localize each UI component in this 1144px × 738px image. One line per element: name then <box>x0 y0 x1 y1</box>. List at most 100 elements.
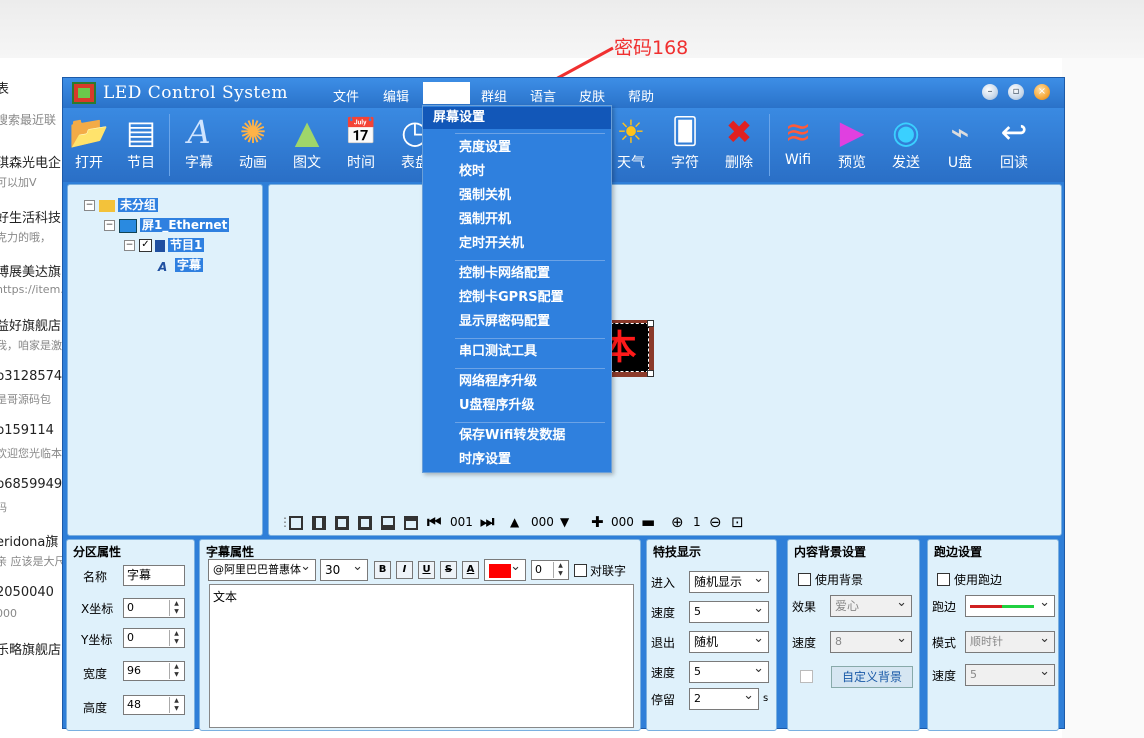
text-color-button[interactable]: A <box>462 561 479 579</box>
custom-background-button[interactable]: 自定义背景 <box>831 666 913 688</box>
tree-program-row[interactable]: − ✓ 节目1 <box>124 236 205 252</box>
toolbar-open-button[interactable]: 📂 打开 <box>63 110 115 180</box>
font-select[interactable]: @阿里巴巴普惠体 <box>208 559 316 581</box>
menu-edit[interactable]: 编辑 <box>383 86 409 105</box>
exit-speed-select[interactable]: 5 <box>689 659 769 683</box>
toolbar-usb-button[interactable]: ⌁ U盘 <box>934 110 986 180</box>
menu-language[interactable]: 语言 <box>530 86 556 105</box>
toolbar-image-text-button[interactable]: ▲ 图文 <box>281 110 333 180</box>
menu-help[interactable]: 帮助 <box>628 86 654 105</box>
toolbar-animation-button[interactable]: ✺ 动画 <box>227 110 279 180</box>
menu-skin[interactable]: 皮肤 <box>579 86 605 105</box>
background-speed-select[interactable]: 8 <box>830 629 912 653</box>
menu-item-network-upgrade[interactable]: 网络程序升级 <box>423 371 611 393</box>
menu-settings[interactable]: 设置 <box>423 82 470 104</box>
close-button[interactable]: × <box>1034 84 1050 100</box>
custom-background-checkbox[interactable] <box>800 670 813 683</box>
italic-button[interactable]: I <box>396 561 413 579</box>
border-mode-select[interactable]: 顺时针 <box>965 629 1055 653</box>
toolbar-subtitle-button[interactable]: A 字幕 <box>173 110 225 180</box>
move-up-icon[interactable]: ▲ <box>510 513 519 531</box>
use-background-checkbox[interactable] <box>798 573 811 586</box>
name-input[interactable]: 字幕 <box>123 565 185 586</box>
minimize-button[interactable]: – <box>982 84 998 100</box>
menu-group[interactable]: 群组 <box>481 86 507 105</box>
height-input[interactable]: 48 ▲ ▼ <box>123 695 185 715</box>
menu-item-password-config[interactable]: 显示屏密码配置 <box>423 311 611 333</box>
menu-item-brightness[interactable]: 亮度设置 <box>423 137 611 159</box>
menu-item-gprs-config[interactable]: 控制卡GPRS配置 <box>423 287 611 309</box>
strike-button[interactable]: S <box>440 561 457 579</box>
layout-vsplit-button[interactable] <box>312 513 326 531</box>
fit-screen-icon[interactable]: ⊡ <box>731 513 744 531</box>
layout-center-button[interactable] <box>335 513 349 531</box>
bg-list-item: eridona旗 <box>0 535 59 550</box>
toolbar-character-button[interactable]: 🂠 字符 <box>659 110 711 180</box>
menu-item-screen-settings[interactable]: 屏幕设置 <box>423 107 611 129</box>
resize-handle[interactable] <box>647 370 654 377</box>
bold-button[interactable]: B <box>374 561 391 579</box>
color-select[interactable] <box>484 557 526 581</box>
collapse-icon[interactable]: − <box>84 200 95 211</box>
spinner-icon[interactable]: ▲ ▼ <box>169 697 183 713</box>
menu-item-usb-upgrade[interactable]: U盘程序升级 <box>423 395 611 417</box>
spinner-icon[interactable]: ▲ ▼ <box>169 600 183 616</box>
spinner-icon[interactable]: ▲ ▼ <box>169 663 183 679</box>
program-checkbox[interactable]: ✓ <box>139 239 152 252</box>
x-input[interactable]: 0 ▲ ▼ <box>123 598 185 618</box>
border-style-select[interactable] <box>965 593 1055 617</box>
couplet-checkbox[interactable] <box>574 564 587 577</box>
toolbar-readback-button[interactable]: ↩ 回读 <box>988 110 1040 180</box>
border-speed-select[interactable]: 5 <box>965 662 1055 686</box>
move-down-icon[interactable]: ▼ <box>560 513 569 531</box>
enter-speed-select[interactable]: 5 <box>689 599 769 623</box>
underline-button[interactable]: U <box>418 561 435 579</box>
tree-screen-row[interactable]: − 屏1_Ethernet <box>104 216 230 233</box>
subtitle-content-textarea[interactable]: 文本 <box>209 584 634 728</box>
collapse-icon[interactable]: − <box>104 220 115 231</box>
layout-full-button[interactable] <box>289 513 303 531</box>
menu-item-force-off[interactable]: 强制关机 <box>423 185 611 207</box>
toolbar-time-button[interactable]: 📅 时间 <box>335 110 387 180</box>
tree-group-row[interactable]: − 未分组 <box>84 196 159 212</box>
menu-item-network-config[interactable]: 控制卡网络配置 <box>423 263 611 285</box>
minus-icon[interactable]: ▬ <box>641 513 655 531</box>
zoom-in-icon[interactable]: ⊕ <box>671 513 684 531</box>
menu-item-force-on[interactable]: 强制开机 <box>423 209 611 231</box>
toolbar-program-button[interactable]: ▤ 节目 <box>115 110 167 180</box>
zoom-out-icon[interactable]: ⊖ <box>709 513 722 531</box>
toolbar-delete-button[interactable]: ✖ 删除 <box>713 110 765 180</box>
plus-icon[interactable]: ✚ <box>591 513 604 531</box>
background-effect-select[interactable]: 爱心 <box>830 593 912 617</box>
menu-item-save-wifi-data[interactable]: 保存Wifi转发数据 <box>423 425 611 447</box>
menu-file[interactable]: 文件 <box>333 86 359 105</box>
toolbar-preview-button[interactable]: ▶ 预览 <box>826 110 878 180</box>
width-input[interactable]: 96 ▲ ▼ <box>123 661 185 681</box>
last-frame-icon[interactable]: ⏭ <box>480 513 494 531</box>
layout-bottom-button[interactable] <box>381 513 395 531</box>
menu-item-timing-settings[interactable]: 时序设置 <box>423 449 611 471</box>
resize-handle[interactable] <box>647 320 654 327</box>
menu-item-time-sync[interactable]: 校时 <box>423 161 611 183</box>
toolbar-wifi-button[interactable]: ≋ Wifi <box>772 110 824 180</box>
layout-inner-button[interactable] <box>358 513 372 531</box>
spacing-input[interactable]: 0 ▲ ▼ <box>531 560 569 580</box>
restore-button[interactable]: ▫ <box>1008 84 1024 100</box>
toolbar-weather-button[interactable]: ☀ 天气 <box>605 110 657 180</box>
stay-time-select[interactable]: 2 <box>689 686 759 710</box>
enter-effect-select[interactable]: 随机显示 <box>689 569 769 593</box>
collapse-icon[interactable]: − <box>124 240 135 251</box>
use-border-checkbox[interactable] <box>937 573 950 586</box>
menu-item-serial-test[interactable]: 串口测试工具 <box>423 341 611 363</box>
toolbar-send-button[interactable]: ◉ 发送 <box>880 110 932 180</box>
layout-corner-button[interactable] <box>404 513 418 531</box>
first-frame-icon[interactable]: ⏮ <box>427 513 441 531</box>
y-input[interactable]: 0 ▲ ▼ <box>123 628 185 648</box>
font-size-select[interactable]: 30 <box>320 557 368 581</box>
tree-item-row[interactable]: A 字幕 <box>158 256 204 274</box>
exit-effect-select[interactable]: 随机 <box>689 629 769 653</box>
menu-item-timer-power[interactable]: 定时开关机 <box>423 233 611 255</box>
spinner-icon[interactable]: ▲ ▼ <box>553 562 567 578</box>
title-bar[interactable]: LED Control System 文件 编辑 设置 群组 语言 皮肤 帮助 … <box>63 78 1064 108</box>
spinner-icon[interactable]: ▲ ▼ <box>169 630 183 646</box>
